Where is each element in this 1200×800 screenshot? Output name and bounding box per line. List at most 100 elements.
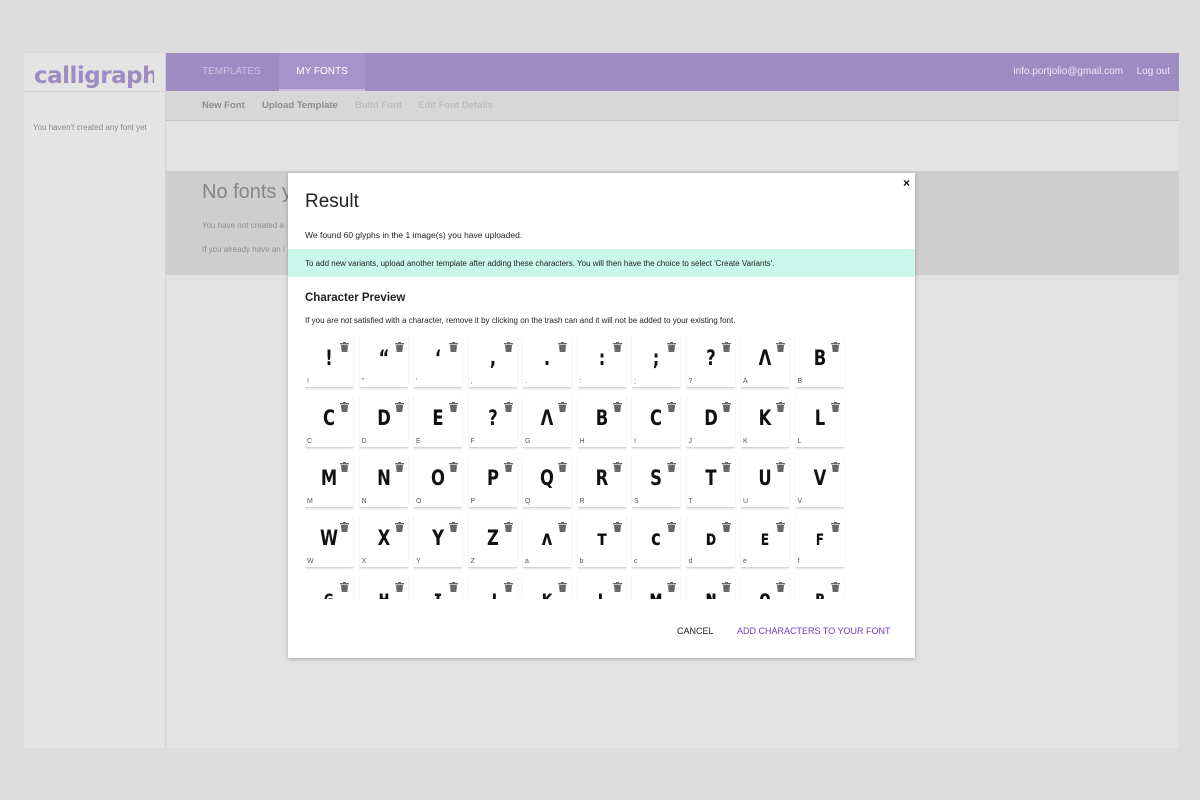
glyph-cell: ꜰf bbox=[795, 516, 844, 568]
glyph-label: d bbox=[688, 558, 693, 565]
glyph-cell: ΛG bbox=[523, 396, 571, 448]
glyph-cell: ᴘp bbox=[795, 576, 844, 599]
glyph-cell: ᴄc bbox=[632, 516, 680, 568]
trash-icon[interactable] bbox=[340, 459, 349, 472]
trash-icon[interactable] bbox=[667, 519, 676, 532]
trash-icon[interactable] bbox=[721, 519, 731, 532]
close-icon[interactable]: × bbox=[903, 176, 910, 190]
glyph-cell: ‘' bbox=[414, 336, 462, 388]
glyph-cell: PP bbox=[468, 456, 517, 508]
trash-icon[interactable] bbox=[394, 339, 404, 352]
trash-icon[interactable] bbox=[667, 399, 676, 412]
trash-icon[interactable] bbox=[558, 519, 567, 532]
trash-icon[interactable] bbox=[449, 339, 458, 352]
glyph-cell: VV bbox=[795, 456, 844, 508]
add-characters-button[interactable]: ADD CHARACTERS TO YOUR FONT bbox=[737, 626, 891, 636]
glyph-cell: NN bbox=[359, 456, 408, 508]
glyph-cell: RR bbox=[577, 456, 626, 508]
user-email[interactable]: info.portjolio@gmail.com bbox=[1013, 53, 1123, 91]
trash-icon[interactable] bbox=[558, 579, 567, 592]
glyphs-found-text: We found 60 glyphs in the 1 image(s) you… bbox=[305, 230, 523, 240]
trash-icon[interactable] bbox=[503, 459, 513, 472]
glyph-cell: LL bbox=[795, 396, 844, 448]
trash-icon[interactable] bbox=[830, 519, 840, 532]
glyph-label: b bbox=[579, 558, 584, 565]
trash-icon[interactable] bbox=[667, 459, 676, 472]
trash-icon[interactable] bbox=[340, 579, 349, 592]
trash-icon[interactable] bbox=[394, 579, 404, 592]
trash-icon[interactable] bbox=[503, 519, 513, 532]
tab-templates[interactable]: TEMPLATES bbox=[202, 53, 261, 91]
no-fonts-text-line1: You have not created a bbox=[202, 221, 284, 230]
glyph-cell: ᴍm bbox=[632, 576, 680, 599]
trash-icon[interactable] bbox=[612, 459, 622, 472]
glyph-cell: DD bbox=[359, 396, 408, 448]
trash-icon[interactable] bbox=[394, 519, 404, 532]
glyph-cell: ʜh bbox=[359, 576, 408, 599]
trash-icon[interactable] bbox=[776, 519, 785, 532]
glyph-cell: :: bbox=[577, 336, 626, 388]
glyph-scroll-area[interactable]: !! “" ‘',,..::;;?? Λ A B B C C D D E E? F Λ G B H C I D J K K L L… bbox=[305, 336, 845, 599]
glyph-label: U bbox=[743, 498, 749, 505]
trash-icon[interactable] bbox=[612, 339, 622, 352]
glyph-label: Y bbox=[416, 558, 421, 565]
tab-my-fonts[interactable]: MY FONTS bbox=[279, 53, 365, 91]
glyph-label: I bbox=[634, 438, 636, 445]
trash-icon[interactable] bbox=[503, 579, 513, 592]
trash-icon[interactable] bbox=[503, 339, 513, 352]
trash-icon[interactable] bbox=[830, 459, 840, 472]
trash-icon[interactable] bbox=[776, 579, 785, 592]
trash-icon[interactable] bbox=[612, 579, 622, 592]
trash-icon[interactable] bbox=[776, 339, 785, 352]
logout-link[interactable]: Log out bbox=[1137, 53, 1170, 91]
cancel-button[interactable]: CANCEL bbox=[677, 626, 714, 636]
glyph-label: ' bbox=[416, 378, 418, 385]
glyph-cell: UU bbox=[741, 456, 789, 508]
trash-icon[interactable] bbox=[558, 339, 567, 352]
trash-icon[interactable] bbox=[394, 399, 404, 412]
trash-icon[interactable] bbox=[721, 339, 731, 352]
subnav-new-font[interactable]: New Font bbox=[202, 91, 245, 121]
glyph-cell: ? F bbox=[468, 396, 517, 448]
trash-icon[interactable] bbox=[503, 399, 513, 412]
subnav-build-font: Build Font bbox=[355, 100, 402, 111]
calligraphr-logo[interactable]: calligraphr bbox=[32, 59, 154, 91]
trash-icon[interactable] bbox=[721, 459, 731, 472]
glyph-label: " bbox=[361, 378, 365, 385]
glyph-label: M bbox=[307, 498, 313, 505]
trash-icon[interactable] bbox=[612, 519, 622, 532]
trash-icon[interactable] bbox=[721, 579, 731, 592]
trash-icon[interactable] bbox=[340, 519, 349, 532]
trash-icon[interactable] bbox=[776, 459, 785, 472]
trash-icon[interactable] bbox=[449, 399, 458, 412]
trash-icon[interactable] bbox=[449, 459, 458, 472]
trash-icon[interactable] bbox=[830, 399, 840, 412]
glyph-label: K bbox=[743, 438, 748, 445]
glyph-label: A bbox=[743, 378, 748, 385]
trash-icon[interactable] bbox=[721, 399, 731, 412]
trash-icon[interactable] bbox=[667, 339, 676, 352]
trash-icon[interactable] bbox=[558, 399, 567, 412]
trash-icon[interactable] bbox=[449, 519, 458, 532]
trash-icon[interactable] bbox=[612, 399, 622, 412]
sidebar-empty-message: You haven't created any font yet bbox=[33, 123, 147, 132]
variants-notice: To add new variants, upload another temp… bbox=[288, 249, 915, 277]
subnav-upload-template[interactable]: Upload Template bbox=[262, 91, 338, 121]
glyph-cell: YY bbox=[414, 516, 462, 568]
trash-icon[interactable] bbox=[830, 339, 840, 352]
glyph-cell: KK bbox=[741, 396, 789, 448]
result-modal: × Result We found 60 glyphs in the 1 ima… bbox=[288, 173, 915, 658]
trash-icon[interactable] bbox=[830, 579, 840, 592]
glyph-label: W bbox=[307, 558, 314, 565]
trash-icon[interactable] bbox=[776, 399, 785, 412]
glyph-label: f bbox=[797, 558, 800, 565]
trash-icon[interactable] bbox=[394, 459, 404, 472]
trash-icon[interactable] bbox=[558, 459, 567, 472]
glyph-label: J bbox=[688, 438, 693, 445]
trash-icon[interactable] bbox=[667, 579, 676, 592]
glyph-cell: BH bbox=[577, 396, 626, 448]
trash-icon[interactable] bbox=[340, 339, 349, 352]
trash-icon[interactable] bbox=[449, 579, 458, 592]
glyph-label: O bbox=[416, 498, 422, 505]
trash-icon[interactable] bbox=[340, 399, 349, 412]
